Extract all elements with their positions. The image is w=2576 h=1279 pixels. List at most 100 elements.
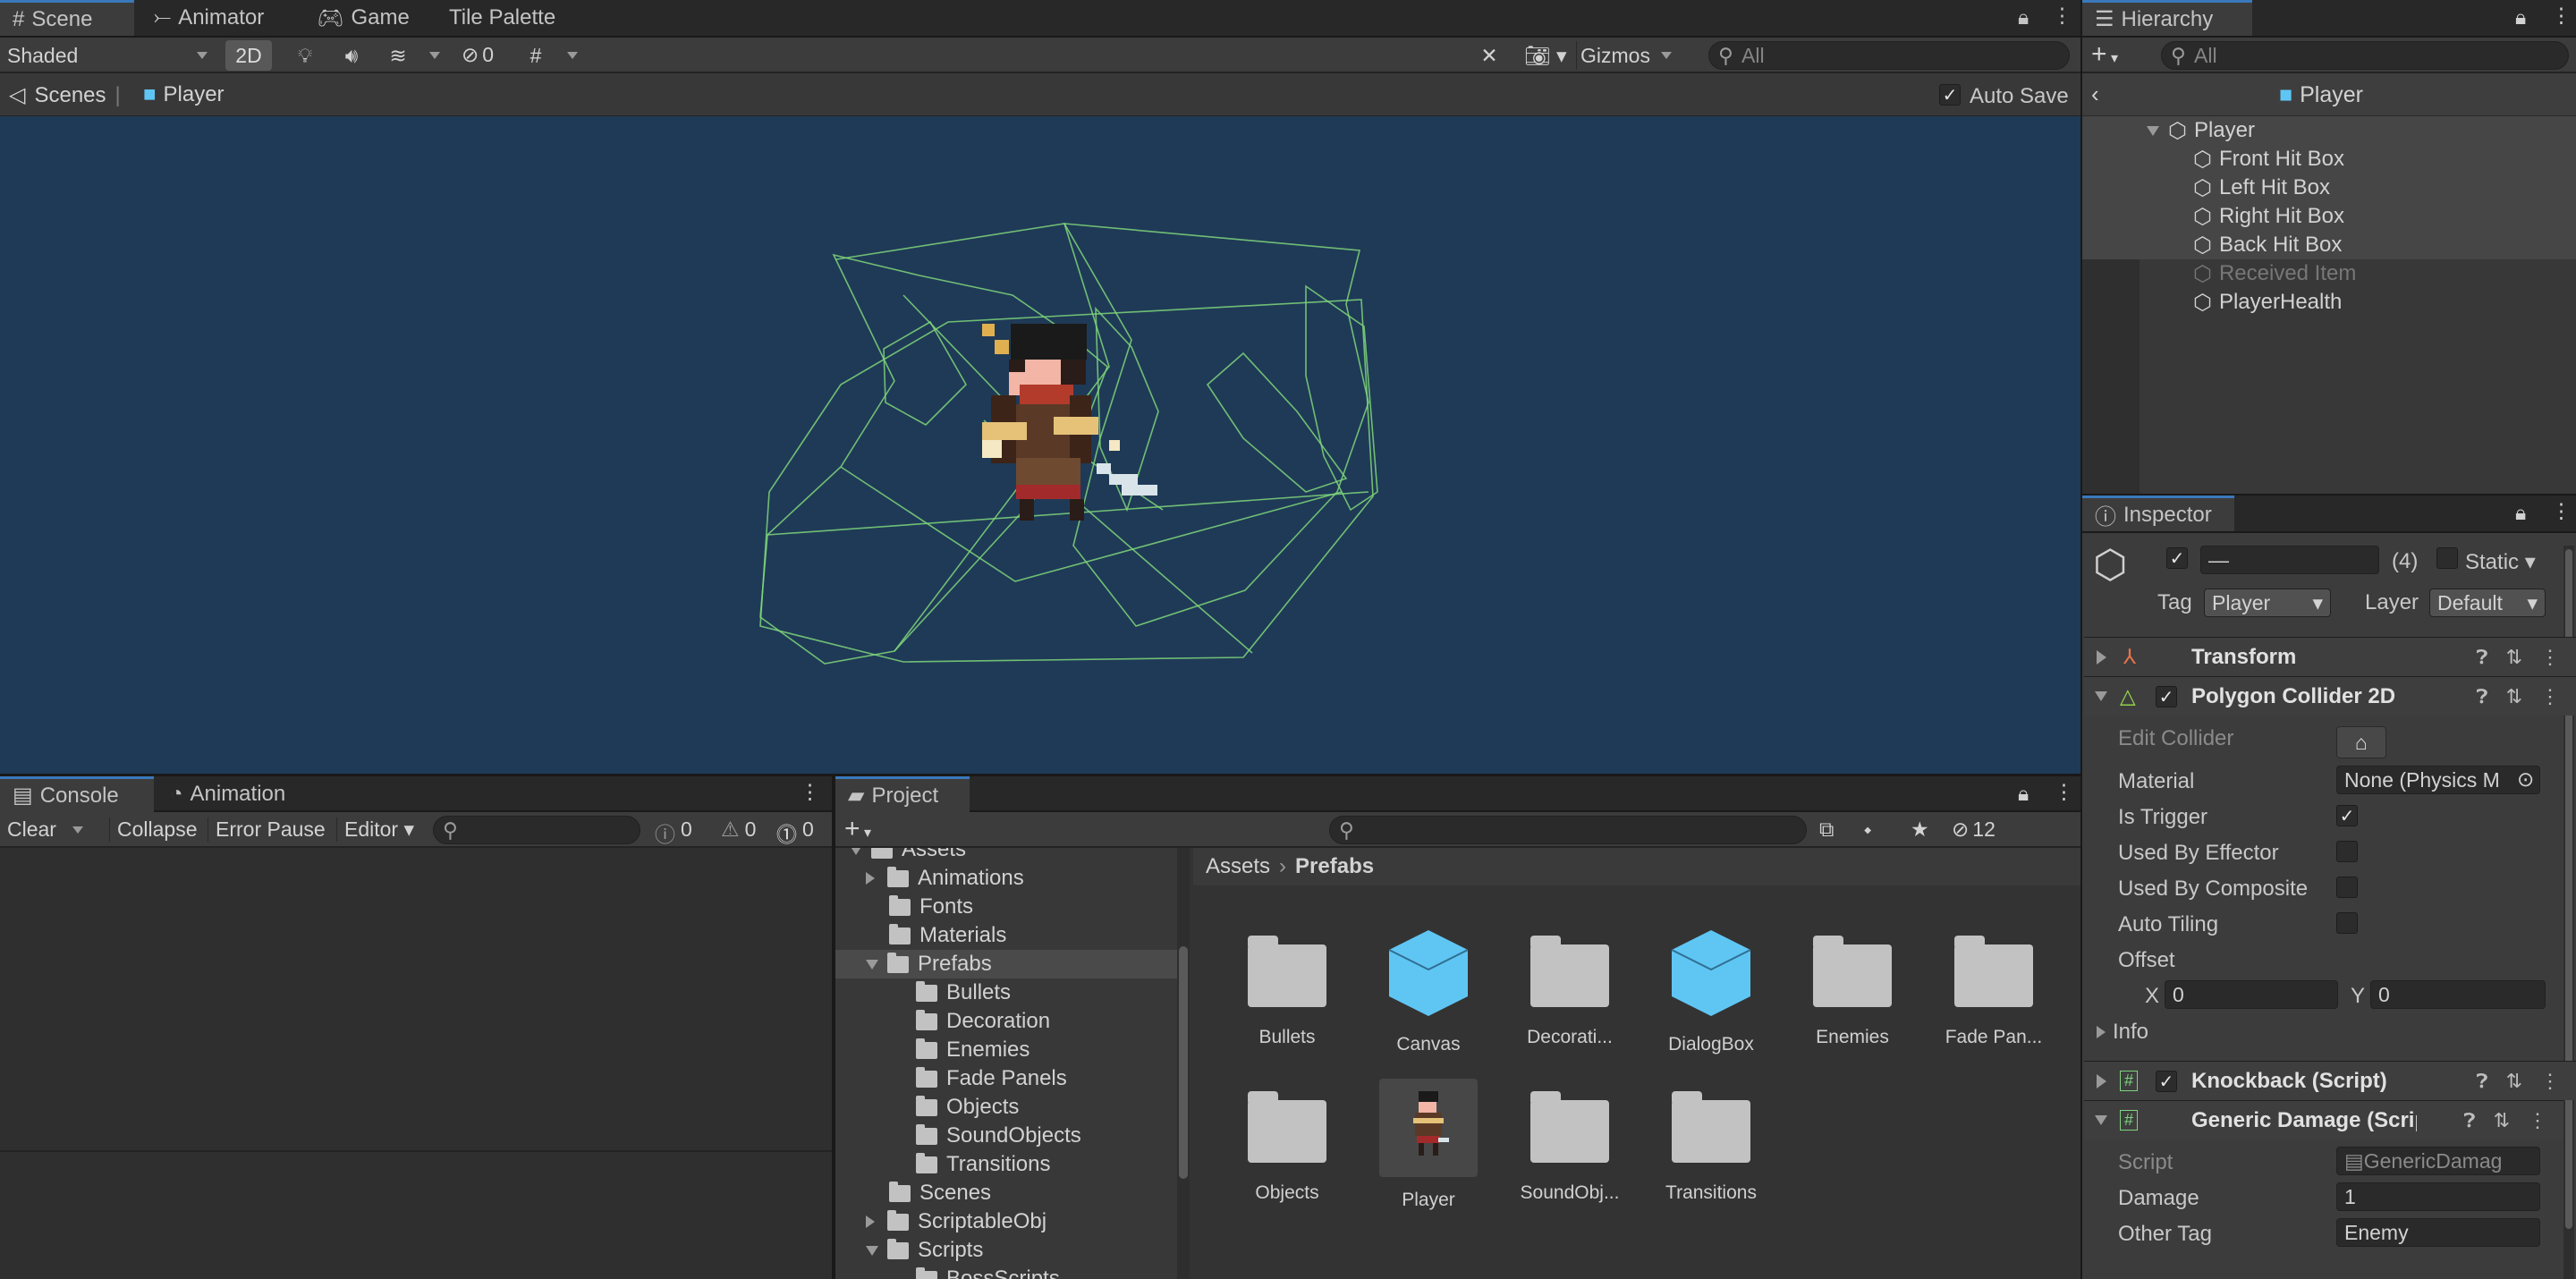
grid-snap-icon[interactable]: # <box>521 43 551 68</box>
breadcrumb-scenes[interactable]: ◁ Scenes | <box>9 82 121 108</box>
hierarchy-item-received-item[interactable]: ⬡ Received Item <box>2082 259 2576 288</box>
effects-icon[interactable]: ≋ <box>383 43 413 68</box>
tools-icon[interactable]: ✕ <box>1474 43 1504 68</box>
project-search-input[interactable]: ⚲ <box>1329 816 1807 844</box>
tab-hierarchy[interactable]: ☰ Hierarchy <box>2082 0 2252 36</box>
tab-animator[interactable]: ⤚ Animator <box>141 0 276 36</box>
error-count-toggle[interactable]: ⓵0 <box>776 817 814 848</box>
static-checkbox[interactable] <box>2436 547 2458 569</box>
more-menu-icon[interactable]: ⋮ <box>2052 4 2072 28</box>
component-menu-icon[interactable]: ⋮ <box>2540 646 2560 669</box>
hierarchy-item-left-hit-box[interactable]: ⬡ Left Hit Box <box>2082 174 2576 202</box>
tab-tile-palette[interactable]: Tile Palette <box>436 0 568 36</box>
hierarchy-item-right-hit-box[interactable]: ⬡ Right Hit Box <box>2082 202 2576 231</box>
asset-canvas[interactable]: Canvas <box>1361 927 1496 1055</box>
other-tag-field[interactable]: Enemy <box>2336 1218 2540 1247</box>
component-menu-icon[interactable]: ⋮ <box>2540 685 2560 708</box>
favorite-star-icon[interactable]: ★ <box>1911 817 1929 842</box>
knockback-enabled-checkbox[interactable]: ✓ <box>2156 1071 2177 1092</box>
auto-save-checkbox[interactable]: ✓ <box>1939 84 1961 106</box>
asset-objects[interactable]: Objects <box>1220 1091 1354 1204</box>
scene-viewport[interactable] <box>0 116 2080 774</box>
used-by-composite-checkbox[interactable] <box>2336 877 2358 898</box>
preset-icon[interactable]: ⇅ <box>2506 1070 2522 1093</box>
grid-dropdown-icon[interactable] <box>564 43 581 68</box>
mode-2d-toggle[interactable]: 2D <box>225 40 272 71</box>
tree-item-fade-panels[interactable]: Fade Panels <box>835 1064 1190 1093</box>
tab-game[interactable]: 🎮︎ Game <box>304 0 422 36</box>
warning-count-toggle[interactable]: ⚠ 0 <box>721 817 756 842</box>
editor-dropdown[interactable]: Editor ▾ <box>336 817 414 842</box>
name-field[interactable]: — <box>2200 546 2379 574</box>
component-menu-icon[interactable]: ⋮ <box>2540 1070 2560 1093</box>
preset-icon[interactable]: ⇅ <box>2494 1109 2510 1132</box>
collapse-button[interactable]: Collapse <box>109 817 198 842</box>
tree-item-assets[interactable]: Assets <box>835 848 1190 864</box>
clear-button[interactable]: Clear <box>7 817 83 842</box>
polygon-enabled-checkbox[interactable]: ✓ <box>2156 686 2177 707</box>
asset-enemies[interactable]: Enemies <box>1785 936 1919 1048</box>
asset-transitions[interactable]: Transitions <box>1644 1091 1778 1204</box>
active-checkbox[interactable]: ✓ <box>2166 547 2188 569</box>
help-icon[interactable]: ❓︎ <box>2476 1070 2487 1093</box>
lock-icon[interactable]: 🔒︎ <box>2018 5 2029 30</box>
used-by-effector-checkbox[interactable] <box>2336 841 2358 862</box>
shading-mode-dropdown[interactable]: Shaded <box>7 41 215 70</box>
more-menu-icon[interactable]: ⋮ <box>2054 780 2074 804</box>
tree-item-prefabs[interactable]: Prefabs <box>835 950 1190 978</box>
hierarchy-item-player-health[interactable]: ⬡ PlayerHealth <box>2082 288 2576 317</box>
auto-tiling-checkbox[interactable] <box>2336 912 2358 934</box>
camera-icon[interactable]: 📷︎ ▾ <box>1521 43 1571 68</box>
damage-field[interactable]: 1 <box>2336 1182 2540 1211</box>
lock-icon[interactable]: 🔒︎ <box>2018 782 2029 806</box>
console-search-input[interactable]: ⚲ <box>433 816 640 844</box>
tree-item-decoration[interactable]: Decoration <box>835 1007 1190 1036</box>
object-picker-icon[interactable]: ⊙ <box>2517 767 2534 792</box>
tree-item-soundobjects[interactable]: SoundObjects <box>835 1122 1190 1150</box>
preset-icon[interactable]: ⇅ <box>2506 685 2522 708</box>
console-log-area[interactable] <box>0 848 832 1152</box>
effects-dropdown-icon[interactable] <box>426 43 444 68</box>
more-menu-icon[interactable]: ⋮ <box>2551 4 2572 28</box>
tree-item-scenes[interactable]: Scenes <box>835 1179 1190 1207</box>
asset-dialogbox[interactable]: DialogBox <box>1644 927 1778 1055</box>
back-arrow-icon[interactable]: ‹ <box>2091 80 2099 108</box>
component-polygon-collider[interactable]: △ ✓ Polygon Collider 2D ❓︎ ⇅ ⋮ <box>2084 676 2576 716</box>
asset-player[interactable]: Player <box>1361 1079 1496 1211</box>
tab-project[interactable]: ▰ Project <box>835 776 970 812</box>
tree-item-bossscripts[interactable]: BossScripts <box>835 1265 1190 1279</box>
offset-y-field[interactable]: 0 <box>2370 980 2546 1009</box>
tree-item-enemies[interactable]: Enemies <box>835 1036 1190 1064</box>
asset-fade-panels[interactable]: Fade Pan... <box>1927 936 2061 1048</box>
tab-inspector[interactable]: ⓘ Inspector <box>2082 496 2234 531</box>
audio-icon[interactable]: 🔊︎ <box>336 43 367 68</box>
tree-item-objects[interactable]: Objects <box>835 1093 1190 1122</box>
tree-item-scriptableobj[interactable]: ScriptableObj <box>835 1207 1190 1236</box>
help-icon[interactable]: ❓︎ <box>2463 1109 2475 1132</box>
asset-soundobjects[interactable]: SoundObj... <box>1503 1091 1637 1204</box>
component-knockback[interactable]: # ✓ Knockback (Script) ❓︎ ⇅ ⋮ <box>2084 1061 2576 1100</box>
tree-item-materials[interactable]: Materials <box>835 921 1190 950</box>
tree-scrollbar[interactable] <box>1177 848 1190 1279</box>
component-menu-icon[interactable]: ⋮ <box>2528 1109 2547 1132</box>
lock-icon[interactable]: 🔒︎ <box>2515 501 2526 525</box>
scene-search-input[interactable]: ⚲ All <box>1708 41 2070 70</box>
help-icon[interactable]: ❓︎ <box>2476 685 2487 708</box>
gizmos-dropdown[interactable]: Gizmos <box>1576 41 1692 70</box>
preset-icon[interactable]: ⇅ <box>2506 646 2522 669</box>
material-field[interactable]: None (Physics M <box>2336 766 2540 794</box>
tree-item-fonts[interactable]: Fonts <box>835 893 1190 921</box>
console-detail-area[interactable] <box>0 1154 832 1279</box>
breadcrumb-prefabs[interactable]: Prefabs <box>1295 854 1374 879</box>
lock-icon[interactable]: 🔒︎ <box>2515 5 2526 30</box>
component-transform[interactable]: ⅄ Transform ❓︎ ⇅ ⋮ <box>2084 637 2576 676</box>
breadcrumb-player[interactable]: ■ Player <box>143 82 225 107</box>
hierarchy-item-front-hit-box[interactable]: ⬡ Front Hit Box <box>2082 145 2576 174</box>
create-button[interactable]: + ▾ <box>2091 39 2118 70</box>
hierarchy-search-input[interactable]: ⚲ All <box>2161 41 2569 70</box>
edit-collider-button[interactable]: ⌂ <box>2336 726 2386 758</box>
filter-by-label-icon[interactable]: ⬩ <box>1864 817 1871 842</box>
component-generic-damage[interactable]: # Generic Damage (Script) ❓︎⇅⋮ <box>2084 1100 2563 1139</box>
is-trigger-checkbox[interactable]: ✓ <box>2336 805 2358 826</box>
asset-decoration[interactable]: Decorati... <box>1503 936 1637 1048</box>
